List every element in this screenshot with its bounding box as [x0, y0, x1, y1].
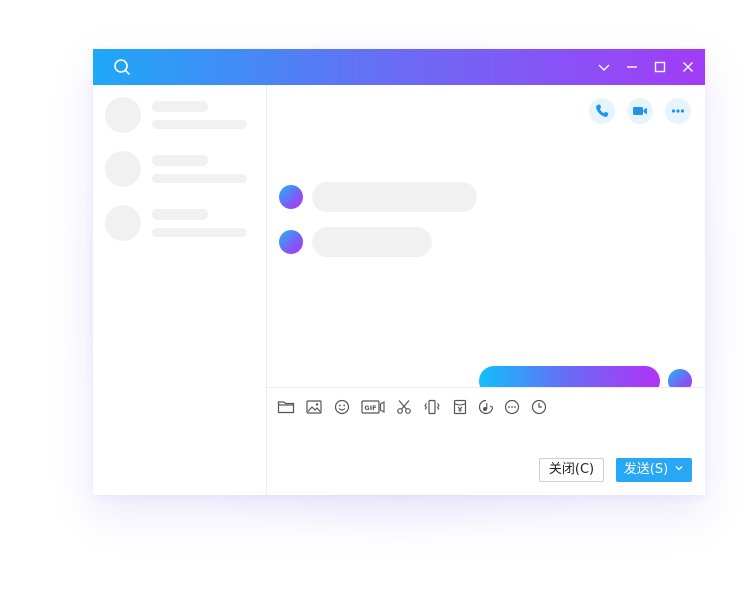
video-icon [633, 107, 647, 115]
shake-icon[interactable] [423, 398, 441, 416]
gif-icon[interactable]: GIF [361, 398, 385, 416]
contact-avatar [279, 230, 303, 254]
minimize-icon[interactable] [622, 57, 642, 77]
more-options-button[interactable] [665, 98, 691, 124]
image-icon[interactable] [305, 398, 323, 416]
close-button[interactable]: 关闭(C) [539, 458, 604, 482]
more-circle-icon[interactable] [503, 398, 521, 416]
chevron-down-icon[interactable] [594, 57, 614, 77]
search-icon[interactable] [112, 57, 132, 77]
close-button-label: 关闭(C) [548, 462, 595, 477]
contact-preview-placeholder [152, 174, 247, 183]
scissors-icon[interactable] [395, 398, 413, 416]
contact-preview-placeholder [152, 228, 247, 237]
phone-call-button[interactable] [589, 98, 615, 124]
contact-item[interactable] [105, 151, 255, 191]
incoming-message-bubble [312, 227, 432, 257]
compose-area: GIF 关闭(C) 发送(S) [267, 387, 705, 495]
phone-icon [596, 104, 609, 117]
red-packet-icon[interactable] [451, 398, 469, 416]
music-icon[interactable] [477, 398, 495, 416]
contact-preview-placeholder [152, 120, 247, 129]
more-icon [671, 109, 685, 113]
avatar [105, 97, 141, 133]
incoming-message-bubble [312, 182, 477, 212]
gif-label: GIF [364, 404, 376, 412]
contact-name-placeholder [152, 155, 208, 166]
avatar [105, 205, 141, 241]
contact-item[interactable] [105, 97, 255, 137]
contact-list [93, 85, 267, 495]
contact-avatar [279, 185, 303, 209]
contact-name-placeholder [152, 101, 208, 112]
chevron-down-icon[interactable] [674, 459, 684, 481]
contact-name-placeholder [152, 209, 208, 220]
history-icon[interactable] [530, 398, 548, 416]
emoji-icon[interactable] [333, 398, 351, 416]
folder-icon[interactable] [277, 398, 295, 416]
avatar [105, 151, 141, 187]
chat-window: GIF 关闭(C) 发送(S) [93, 49, 705, 495]
title-bar[interactable] [93, 49, 705, 85]
video-call-button[interactable] [627, 98, 653, 124]
contact-item[interactable] [105, 205, 255, 245]
maximize-icon[interactable] [650, 57, 670, 77]
send-button-label: 发送(S) [623, 462, 669, 477]
chat-area [267, 85, 705, 396]
close-icon[interactable] [678, 57, 698, 77]
send-button[interactable]: 发送(S) [616, 458, 692, 482]
